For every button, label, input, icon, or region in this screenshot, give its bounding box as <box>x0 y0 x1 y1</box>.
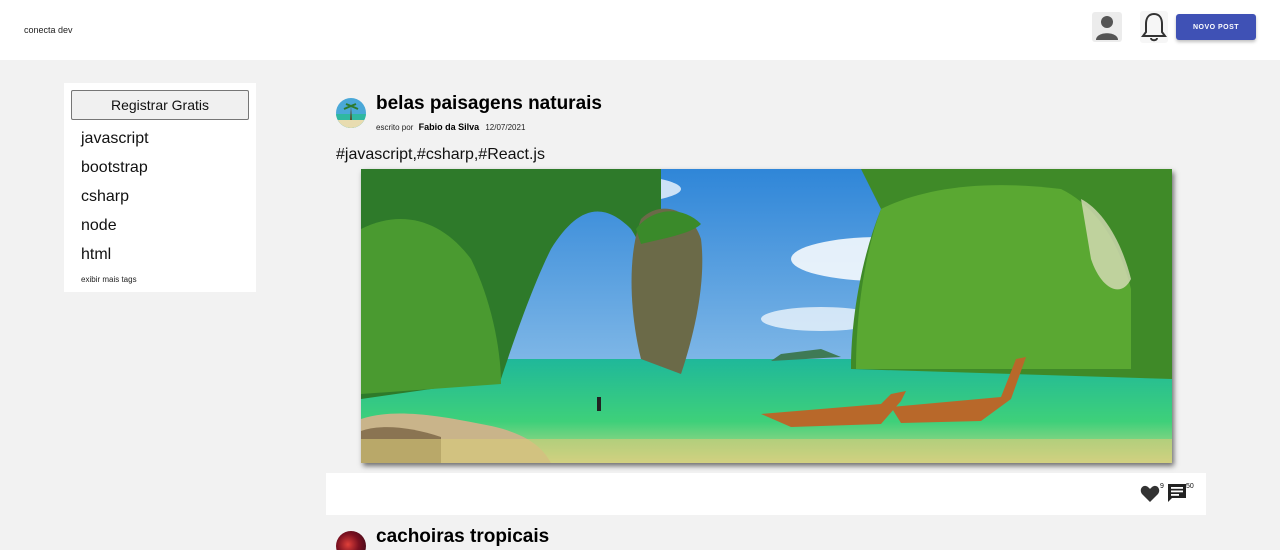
written-by-label: escrito por <box>376 123 414 132</box>
tag-item-html[interactable]: html <box>81 245 149 274</box>
top-bar: conecta dev NOVO POST <box>0 0 1280 60</box>
bell-icon[interactable] <box>1140 11 1168 43</box>
tag-item-javascript[interactable]: javascript <box>81 129 149 158</box>
post-actions: 9 50 <box>326 473 1206 515</box>
post-title[interactable]: belas paisagens naturais <box>376 93 602 115</box>
register-button[interactable]: Registrar Gratis <box>71 90 249 120</box>
author-avatar[interactable] <box>336 531 366 550</box>
tag-item-node[interactable]: node <box>81 216 149 245</box>
new-post-button[interactable]: NOVO POST <box>1176 14 1256 40</box>
comment-count: 50 <box>1186 483 1194 490</box>
author-name[interactable]: Fabio da Silva <box>419 122 480 132</box>
comment-icon[interactable] <box>1166 482 1188 504</box>
author-avatar[interactable] <box>336 98 366 128</box>
brand-name[interactable]: conecta dev <box>24 25 73 35</box>
post-tags: #javascript,#csharp,#React.js <box>336 146 545 163</box>
user-icon[interactable] <box>1092 12 1122 42</box>
post-title[interactable]: cachoiras tropicais <box>376 526 549 548</box>
post-byline: escrito por Fabio da Silva 12/07/2021 <box>376 122 525 132</box>
tag-list: javascript bootstrap csharp node html <box>81 129 149 274</box>
post-image[interactable] <box>361 169 1172 463</box>
tag-item-bootstrap[interactable]: bootstrap <box>81 158 149 187</box>
heart-icon[interactable] <box>1140 485 1160 503</box>
like-count: 9 <box>1160 483 1164 490</box>
post-date: 12/07/2021 <box>485 123 526 132</box>
tags-sidebar: Registrar Gratis javascript bootstrap cs… <box>64 83 256 292</box>
more-tags-link[interactable]: exibir mais tags <box>81 275 137 284</box>
tag-item-csharp[interactable]: csharp <box>81 187 149 216</box>
